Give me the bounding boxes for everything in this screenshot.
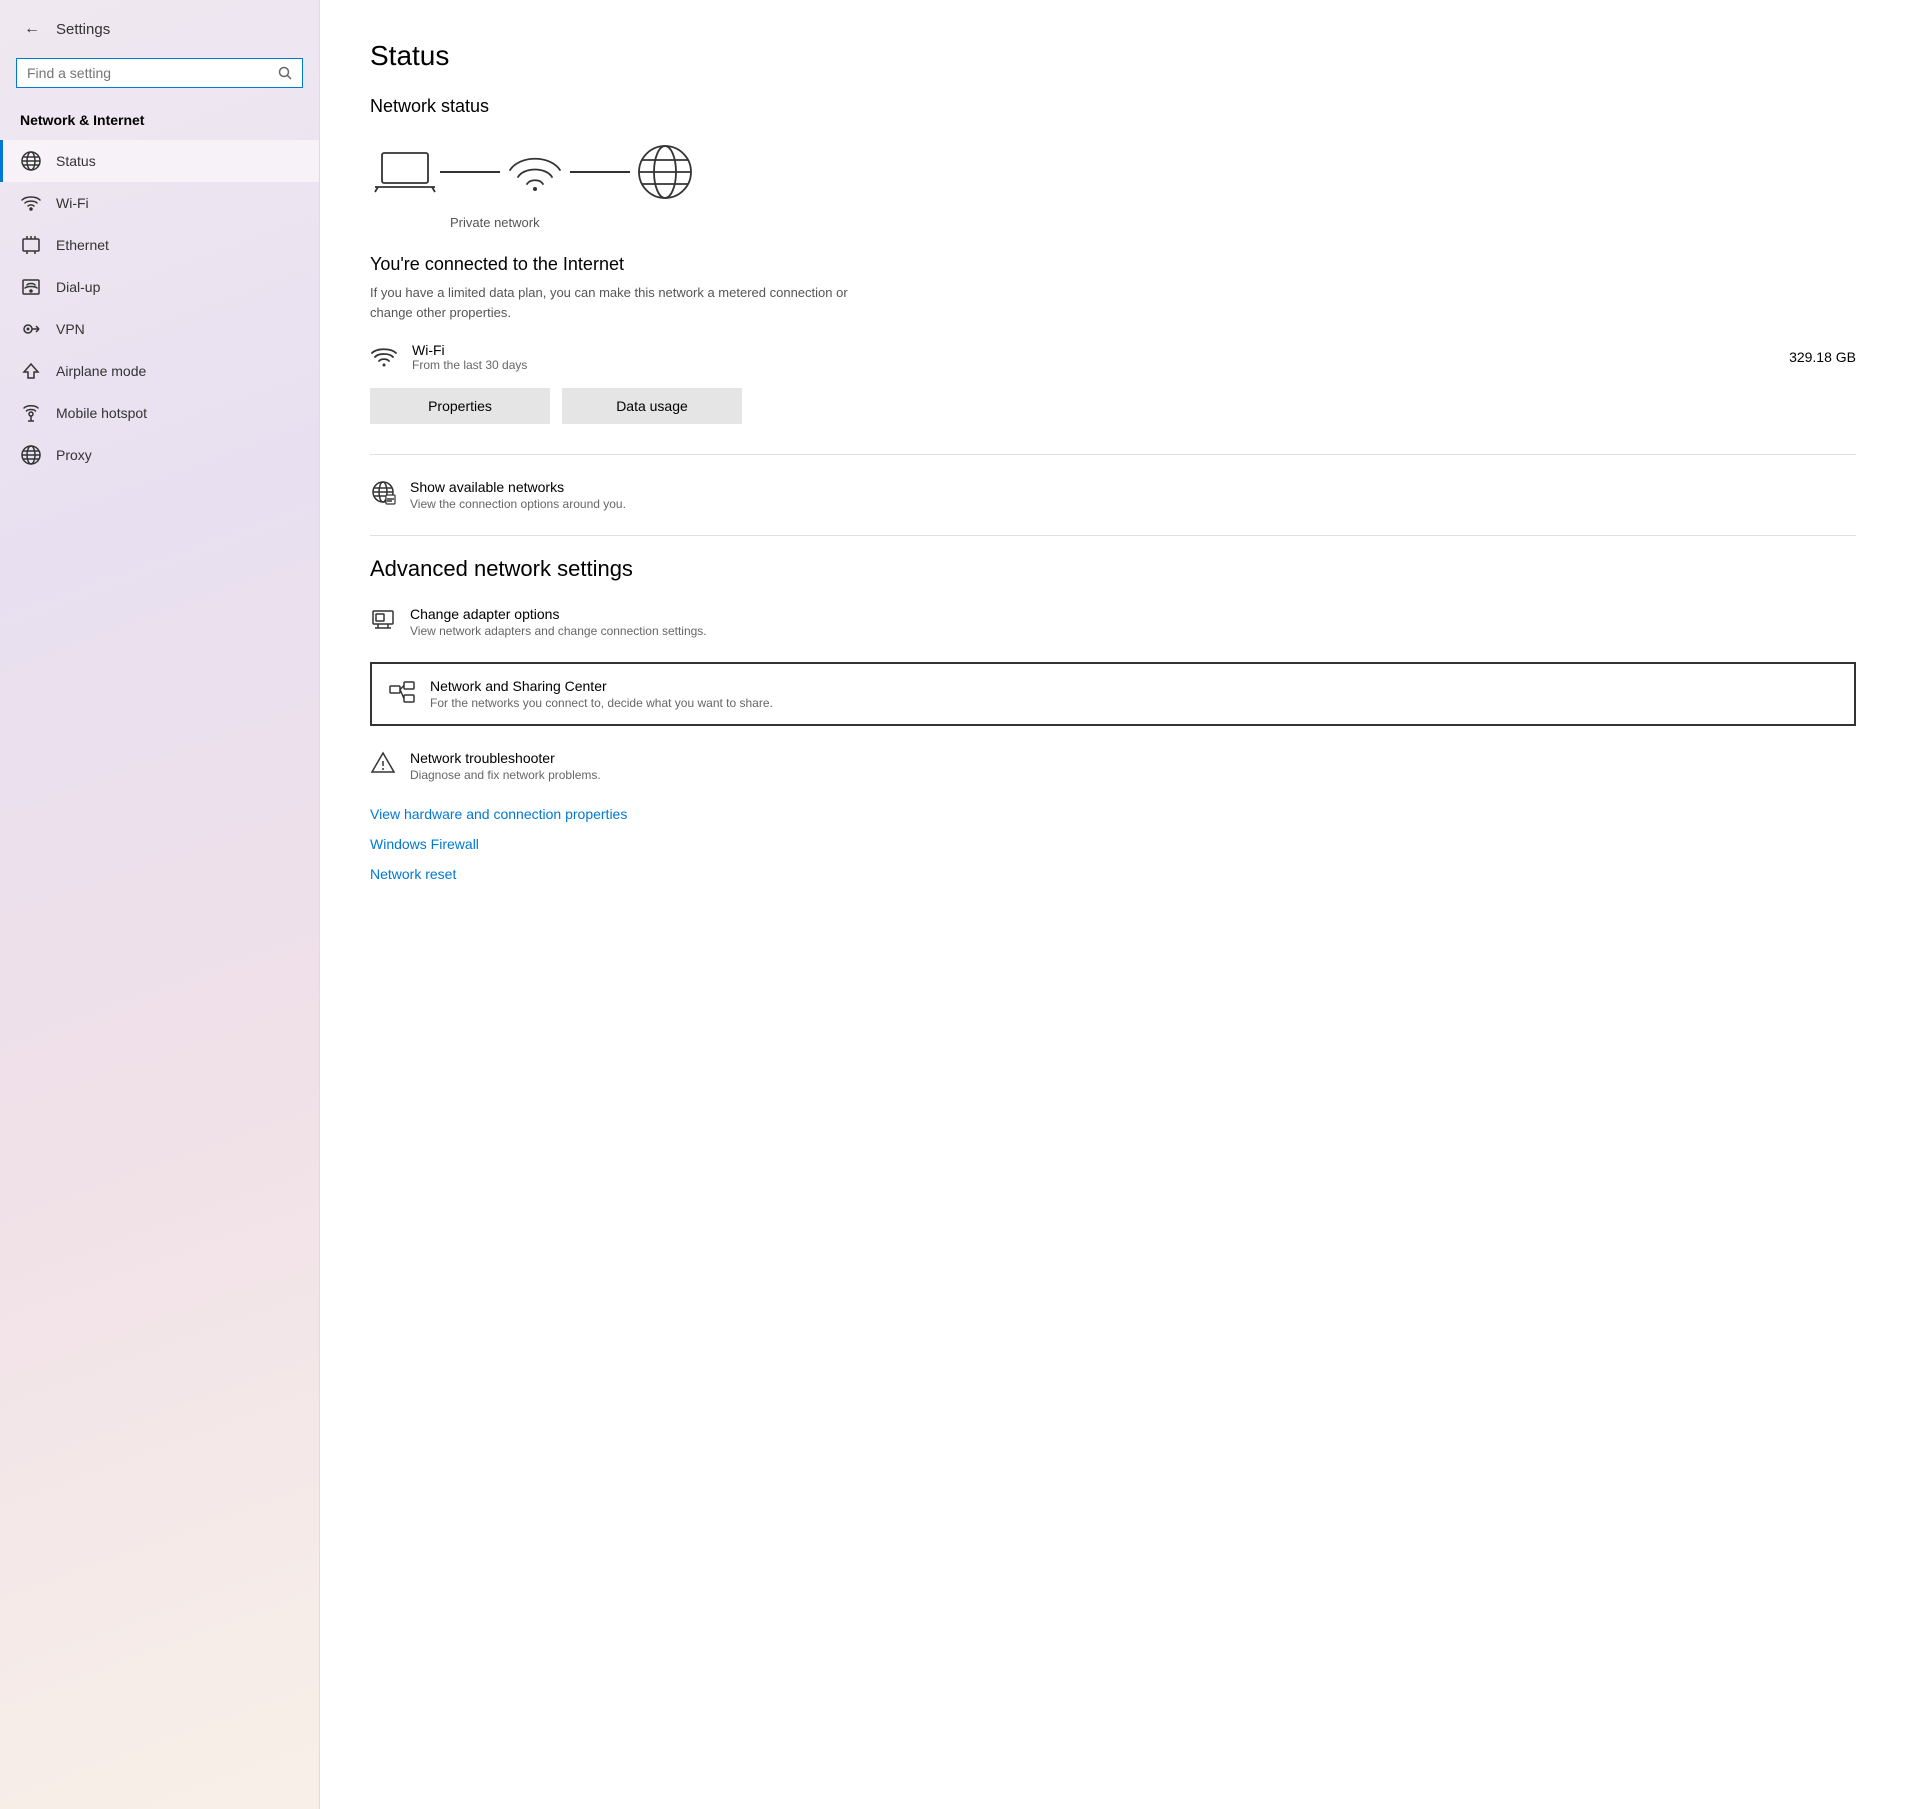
sidebar-item-proxy[interactable]: Proxy: [0, 434, 319, 476]
proxy-icon: [20, 444, 42, 466]
globe-icon: [630, 137, 700, 207]
reset-link[interactable]: Network reset: [370, 866, 1856, 882]
sharing-center-text: Network and Sharing Center For the netwo…: [430, 678, 773, 710]
wifi-status-row: Wi-Fi From the last 30 days 329.18 GB: [370, 342, 1856, 372]
search-input[interactable]: [27, 65, 270, 81]
search-icon: [278, 66, 292, 80]
adapter-title: Change adapter options: [410, 606, 707, 622]
hotspot-icon: [20, 402, 42, 424]
sidebar-title: Settings: [56, 21, 110, 38]
sidebar-item-ethernet-label: Ethernet: [56, 237, 109, 253]
sidebar-item-proxy-label: Proxy: [56, 447, 92, 463]
sidebar-item-hotspot-label: Mobile hotspot: [56, 405, 147, 421]
dialup-icon: [20, 276, 42, 298]
sidebar-item-vpn-label: VPN: [56, 321, 85, 337]
show-networks-text: Show available networks View the connect…: [410, 479, 626, 511]
vpn-icon: [20, 318, 42, 340]
sharing-center-title: Network and Sharing Center: [430, 678, 773, 694]
sidebar-header: ← Settings: [0, 0, 319, 58]
data-usage-button[interactable]: Data usage: [562, 388, 742, 424]
troubleshooter-title: Network troubleshooter: [410, 750, 601, 766]
sidebar-item-airplane-label: Airplane mode: [56, 363, 146, 379]
ethernet-icon: [20, 234, 42, 256]
wifi-usage: 329.18 GB: [1789, 349, 1856, 365]
sharing-center-icon: [388, 678, 416, 706]
sidebar: ← Settings Network & Internet Status: [0, 0, 320, 1809]
adapter-options-item[interactable]: Change adapter options View network adap…: [370, 602, 1856, 642]
show-networks-icon: [370, 479, 396, 505]
troubleshooter-icon: [370, 750, 396, 776]
sidebar-section-label: Network & Internet: [0, 104, 319, 140]
wifi-row-icon: [370, 343, 398, 371]
adapter-icon: [370, 606, 396, 632]
diagram-line-1: [440, 171, 500, 173]
network-diagram: [370, 137, 1856, 207]
sidebar-item-ethernet[interactable]: Ethernet: [0, 224, 319, 266]
airplane-icon: [20, 360, 42, 382]
show-networks-item[interactable]: Show available networks View the connect…: [370, 475, 1856, 515]
sidebar-item-wifi[interactable]: Wi-Fi: [0, 182, 319, 224]
back-button[interactable]: ←: [20, 16, 44, 42]
hardware-link[interactable]: View hardware and connection properties: [370, 806, 1856, 822]
sharing-center-item[interactable]: Network and Sharing Center For the netwo…: [370, 662, 1856, 726]
sidebar-item-vpn[interactable]: VPN: [0, 308, 319, 350]
connected-desc: If you have a limited data plan, you can…: [370, 283, 850, 322]
properties-button[interactable]: Properties: [370, 388, 550, 424]
troubleshooter-item[interactable]: Network troubleshooter Diagnose and fix …: [370, 746, 1856, 786]
page-title: Status: [370, 40, 1856, 72]
adapter-text: Change adapter options View network adap…: [410, 606, 707, 638]
wifi-signal-icon: [500, 145, 570, 200]
advanced-title: Advanced network settings: [370, 556, 1856, 582]
laptop-icon: [370, 145, 440, 200]
sidebar-item-status[interactable]: Status: [0, 140, 319, 182]
show-networks-desc: View the connection options around you.: [410, 497, 626, 511]
private-network-label: Private network: [370, 215, 1856, 230]
sidebar-item-airplane[interactable]: Airplane mode: [0, 350, 319, 392]
sidebar-item-hotspot[interactable]: Mobile hotspot: [0, 392, 319, 434]
connected-title: You're connected to the Internet: [370, 254, 1856, 275]
diagram-line-2: [570, 171, 630, 173]
divider-1: [370, 454, 1856, 455]
main-content: Status Network status: [320, 0, 1906, 1809]
sharing-center-desc: For the networks you connect to, decide …: [430, 696, 773, 710]
show-networks-title: Show available networks: [410, 479, 626, 495]
wifi-info: Wi-Fi From the last 30 days: [412, 342, 1775, 372]
sidebar-item-status-label: Status: [56, 153, 96, 169]
sidebar-item-wifi-label: Wi-Fi: [56, 195, 89, 211]
network-status-title: Network status: [370, 96, 1856, 117]
troubleshooter-text: Network troubleshooter Diagnose and fix …: [410, 750, 601, 782]
wifi-icon: [20, 192, 42, 214]
wifi-sub: From the last 30 days: [412, 358, 1775, 372]
sidebar-item-dialup-label: Dial-up: [56, 279, 100, 295]
wifi-name: Wi-Fi: [412, 342, 1775, 358]
search-box[interactable]: [16, 58, 303, 88]
firewall-link[interactable]: Windows Firewall: [370, 836, 1856, 852]
adapter-desc: View network adapters and change connect…: [410, 624, 707, 638]
troubleshooter-desc: Diagnose and fix network problems.: [410, 768, 601, 782]
globe-wifi-icon: [20, 150, 42, 172]
btn-row: Properties Data usage: [370, 388, 1856, 424]
sidebar-item-dialup[interactable]: Dial-up: [0, 266, 319, 308]
divider-2: [370, 535, 1856, 536]
